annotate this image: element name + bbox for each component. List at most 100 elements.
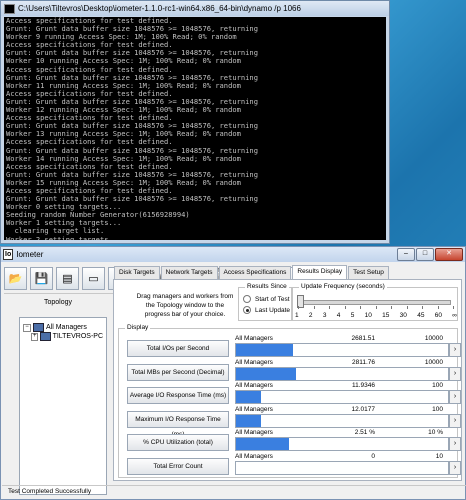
- metric-row: Total I/Os per Second All Managers 2681.51…: [127, 335, 461, 359]
- metric-value: 2681.51: [351, 335, 376, 342]
- collapse-icon[interactable]: −: [23, 323, 31, 332]
- slider-tick-label: 3: [322, 312, 327, 319]
- metric-progress-bar[interactable]: [235, 460, 449, 475]
- metric-progress-bar[interactable]: [235, 413, 449, 428]
- metric-target: All Managers: [235, 429, 273, 436]
- metric-scale-button[interactable]: ›: [449, 460, 461, 475]
- slider-tick-label: 60: [434, 312, 442, 319]
- slider-tick: [437, 306, 439, 309]
- metric-target: All Managers: [235, 358, 273, 366]
- metric-select-button[interactable]: Total Error Count: [127, 457, 229, 475]
- iometer-titlebar[interactable]: Io Iometer – □ ✕: [1, 247, 465, 262]
- metric-scale-button[interactable]: ›: [449, 437, 461, 451]
- slider-tick: [344, 306, 346, 309]
- metric-scale-button[interactable]: ›: [449, 390, 461, 404]
- update-frequency-slider[interactable]: [299, 300, 451, 305]
- metric-scale-button[interactable]: ›: [449, 343, 461, 357]
- metric-value: 2.51 %: [354, 429, 375, 436]
- metric-progress-bar[interactable]: [235, 366, 449, 381]
- slider-tick-label: 45: [417, 312, 425, 319]
- metric-select-button[interactable]: Maximum I/O Response Time (ms): [127, 410, 229, 438]
- save-config-icon[interactable]: 💾: [30, 266, 53, 290]
- metric-max: 100: [432, 405, 443, 413]
- last-update-radio[interactable]: Last Update: [243, 306, 291, 314]
- tab-access-specifications[interactable]: Access Specifications: [218, 266, 292, 279]
- metric-progress-fill: [236, 391, 262, 403]
- slider-tick-label: 15: [382, 312, 390, 319]
- tab-strip: Disk Targets Network Targets Access Specif…: [114, 265, 390, 279]
- slider-tick: [329, 306, 330, 309]
- status-bar: Test Completed Successfully: [2, 485, 466, 498]
- expand-icon[interactable]: +: [31, 332, 39, 341]
- slider-tick: [375, 306, 377, 309]
- tab-test-setup[interactable]: Test Setup: [348, 266, 389, 279]
- display-label: Display: [125, 324, 151, 331]
- metric-max: 10 %: [428, 429, 443, 436]
- metric-row: Average I/O Response Time (ms) All Manage…: [127, 382, 461, 406]
- tab-network-targets[interactable]: Network Targets: [160, 266, 218, 279]
- console-window: C:\Users\Tiltevros\Desktop\iometer-1.1.0…: [0, 0, 390, 244]
- metric-progress-bar[interactable]: [235, 390, 449, 404]
- radio-dot: [243, 295, 251, 303]
- drag-instructions: Drag managers and workers from the Topol…: [136, 293, 234, 318]
- metric-progress-fill: [236, 414, 262, 427]
- slider-tick: [313, 306, 315, 309]
- slider-tick: [406, 306, 408, 309]
- metric-progress-bar[interactable]: [235, 437, 449, 451]
- console-titlebar[interactable]: C:\Users\Tiltevros\Desktop\iometer-1.1.0…: [1, 1, 389, 16]
- display-group: Display Total I/Os per Second All Manager…: [118, 324, 461, 478]
- metric-row: % CPU Utilization (total) All Managers 2.5…: [127, 429, 461, 453]
- tab-results-display[interactable]: Results Display: [292, 265, 348, 279]
- metric-progress-fill: [236, 367, 296, 380]
- slider-tick: [391, 306, 392, 309]
- minimize-button[interactable]: –: [397, 248, 415, 261]
- close-button[interactable]: ✕: [435, 248, 463, 261]
- slider-tick: [360, 306, 361, 309]
- open-config-icon[interactable]: 📂: [4, 266, 27, 290]
- metric-row: Maximum I/O Response Time (ms) All Manage…: [127, 405, 461, 438]
- maximize-button[interactable]: □: [416, 248, 434, 261]
- tab-disk-targets[interactable]: Disk Targets: [114, 266, 160, 279]
- slider-tick-label: 2: [308, 312, 313, 319]
- metric-value: 2811.76: [351, 358, 375, 366]
- metric-target: All Managers: [235, 405, 273, 413]
- slider-tick: [298, 306, 299, 309]
- metric-progress-fill: [236, 438, 290, 450]
- tree-label-all-managers: All Managers: [46, 324, 87, 331]
- metric-select-button[interactable]: Average I/O Response Time (ms): [127, 387, 229, 404]
- slider-tick-label: 1: [295, 312, 299, 319]
- slider-tick: [422, 306, 423, 309]
- slider-tick-label: 4: [336, 312, 341, 319]
- metric-progress-fill: [236, 344, 293, 356]
- results-since-group: Results Since Start of Test Last Update: [238, 283, 292, 321]
- metric-select-button[interactable]: Total I/Os per Second: [127, 340, 229, 357]
- metric-scale-button[interactable]: ›: [449, 366, 461, 381]
- radio-dot-selected: [243, 306, 251, 314]
- metric-progress-bar[interactable]: [235, 343, 449, 357]
- slider-tick-label: 10: [364, 312, 372, 319]
- metric-value: 11.9346: [351, 382, 375, 389]
- new-disk-worker-icon[interactable]: ▤: [56, 266, 79, 290]
- console-title: C:\Users\Tiltevros\Desktop\iometer-1.1.0…: [18, 4, 301, 13]
- update-frequency-group: Update Frequency (seconds) 1 2 3 4 5 10 15 30 45…: [292, 283, 458, 321]
- tree-item-manager[interactable]: + TILTEVROS-PC: [23, 332, 103, 341]
- console-icon: [4, 3, 15, 14]
- topology-tree[interactable]: − All Managers + TILTEVROS-PC: [19, 317, 107, 495]
- new-network-worker-icon[interactable]: ▭: [82, 266, 105, 290]
- topology-panel: Topology − All Managers + TILTEVROS-PC: [9, 297, 107, 495]
- slider-tick-labels: 1 2 3 4 5 10 15 30 45 60 ∞: [295, 312, 457, 319]
- start-of-test-label: Start of Test: [255, 295, 290, 303]
- metric-scale-button[interactable]: ›: [449, 413, 461, 428]
- metric-select-button[interactable]: Total MBs per Second (Decimal): [127, 363, 229, 381]
- console-output[interactable]: Access specifications for test defined. G…: [4, 17, 386, 240]
- metric-target: All Managers: [235, 382, 273, 389]
- metric-value: 12.0177: [351, 405, 376, 413]
- metric-max: 10: [435, 452, 443, 460]
- tree-item-all-managers[interactable]: − All Managers: [23, 323, 103, 332]
- start-of-test-radio[interactable]: Start of Test: [243, 295, 291, 303]
- metric-max: 10000: [424, 335, 443, 342]
- results-display-panel: Drag managers and workers from the Topol…: [113, 279, 462, 481]
- metric-select-button[interactable]: % CPU Utilization (total): [127, 434, 229, 451]
- metric-max: 100: [432, 382, 443, 389]
- update-frequency-label: Update Frequency (seconds): [299, 283, 387, 290]
